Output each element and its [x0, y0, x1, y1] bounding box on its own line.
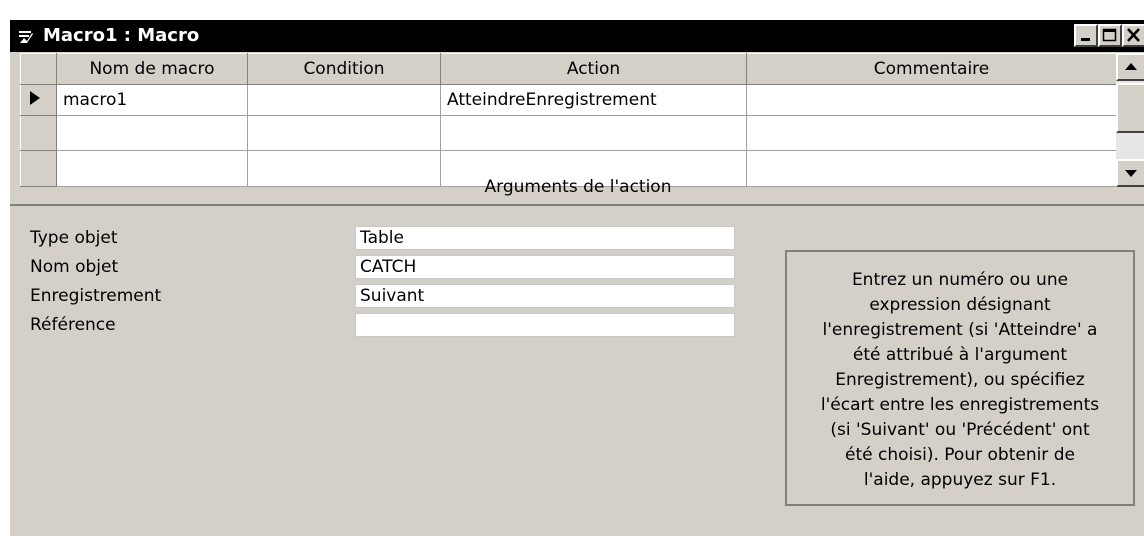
row-selector[interactable] [20, 114, 57, 152]
help-line: (si 'Suivant' ou 'Précédent' ont [830, 420, 1090, 440]
col-header-action[interactable]: Action [440, 53, 747, 85]
cell-macro-name[interactable] [56, 114, 248, 152]
help-line: Entrez un numéro ou une [851, 270, 1069, 290]
cell-action[interactable]: AtteindreEnregistrement [440, 83, 747, 116]
table-row [20, 114, 1117, 152]
row-selector[interactable] [20, 83, 57, 116]
maximize-button[interactable] [1098, 24, 1122, 47]
enregistrement-field[interactable]: Suivant [355, 284, 735, 308]
grid-vertical-scrollbar[interactable] [1116, 53, 1144, 187]
field-label-reference: Référence [30, 315, 116, 335]
window-title: Macro1 : Macro [43, 25, 200, 46]
title-bar[interactable]: Macro1 : Macro [10, 20, 1144, 52]
grid-header-row: Nom de macro Condition Action Commentair… [20, 53, 1117, 85]
cell-comment[interactable] [746, 114, 1117, 152]
arguments-section-title: Arguments de l'action [10, 170, 1144, 206]
cell-action[interactable] [440, 114, 747, 152]
field-label-nom-objet: Nom objet [30, 257, 119, 277]
close-button[interactable] [1122, 24, 1144, 47]
reference-field[interactable] [355, 313, 735, 337]
help-text-box: Entrez un numéro ou une expression désig… [785, 250, 1135, 506]
corner-selector[interactable] [20, 53, 57, 85]
help-line: expression désignant [869, 295, 1051, 315]
help-line: été choisi). Pour obtenir de [845, 445, 1075, 465]
cell-macro-name[interactable]: macro1 [56, 83, 248, 116]
col-header-name[interactable]: Nom de macro [56, 53, 248, 85]
close-icon [1127, 28, 1140, 42]
macro-window: Macro1 : Macro Nom de macro Condition Ac… [8, 20, 1144, 536]
field-label-type-objet: Type objet [30, 228, 118, 248]
scroll-thumb[interactable] [1116, 83, 1144, 133]
help-line: l'écart entre les enregistrements [820, 395, 1100, 415]
help-line: l'aide, appuyez sur F1. [863, 470, 1057, 490]
scroll-up-button[interactable] [1116, 53, 1144, 81]
nom-objet-field[interactable]: CATCH [355, 255, 735, 279]
col-header-condition[interactable]: Condition [247, 53, 441, 85]
cell-condition[interactable] [247, 83, 441, 116]
minimize-icon [1081, 38, 1090, 41]
table-row: macro1 AtteindreEnregistrement [20, 83, 1117, 116]
current-row-arrow-icon [30, 90, 40, 105]
help-line: Enregistrement), ou spécifiez [835, 370, 1085, 390]
arrow-up-icon [1125, 63, 1137, 70]
type-objet-field[interactable]: Table [355, 226, 735, 250]
field-label-enregistrement: Enregistrement [30, 286, 162, 306]
help-line: l'enregistrement (si 'Atteindre' a [822, 320, 1098, 340]
help-line: été attribué à l'argument [852, 345, 1068, 365]
macro-icon [19, 31, 33, 43]
minimize-button[interactable] [1074, 24, 1098, 47]
cell-comment[interactable] [746, 83, 1117, 116]
col-header-comment[interactable]: Commentaire [746, 53, 1117, 85]
cell-condition[interactable] [247, 114, 441, 152]
macro-grid: Nom de macro Condition Action Commentair… [20, 53, 1117, 187]
maximize-icon [1102, 28, 1117, 42]
